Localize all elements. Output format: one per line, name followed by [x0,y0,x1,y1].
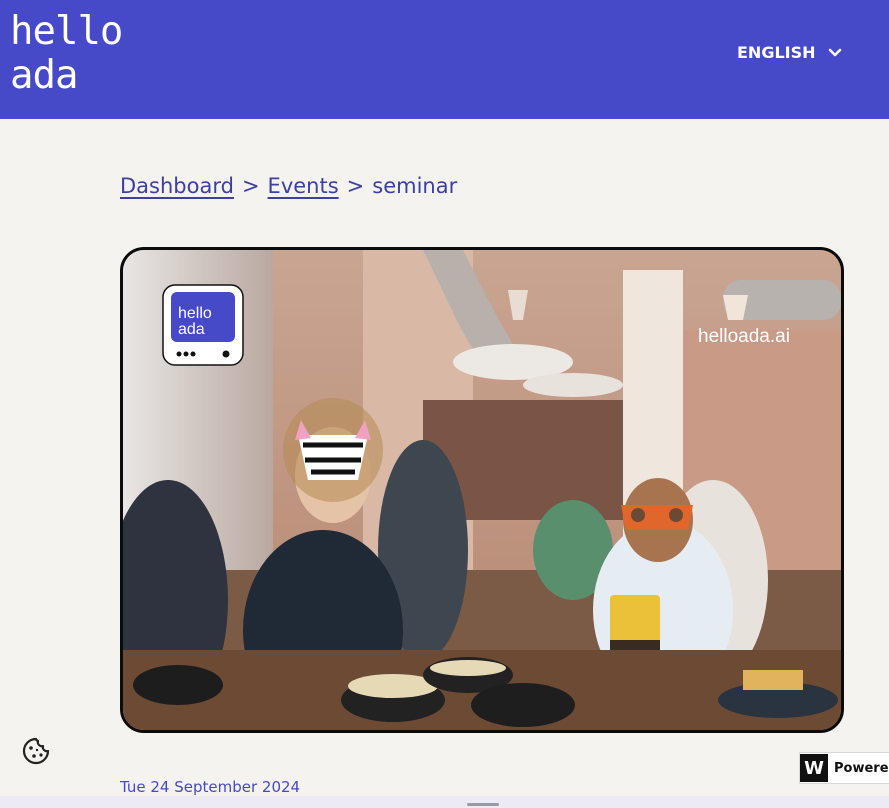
cookie-settings-button[interactable] [22,737,50,765]
chevron-down-icon [828,48,841,56]
scroll-handle[interactable] [467,803,499,806]
powered-by-widget[interactable]: W Powered [799,752,889,784]
breadcrumb: Dashboard > Events > seminar [120,174,457,198]
breadcrumb-current: seminar [372,174,458,198]
breadcrumb-link-dashboard[interactable]: Dashboard [120,174,234,198]
event-photo-scene: hello ada helloada.ai [123,250,841,730]
widget-logo-icon: W [800,754,828,782]
logo-line-2: ada [10,53,78,98]
event-date: Tue 24 September 2024 [120,778,301,796]
cookie-icon [22,737,50,765]
powered-label: Powered [834,760,889,776]
breadcrumb-separator: > [346,174,365,198]
image-logo-line-1: hello [178,305,212,322]
image-logo-line-2: ada [178,321,205,338]
language-selector[interactable]: ENGLISH [737,43,842,62]
breadcrumb-link-events[interactable]: Events [268,174,339,198]
bottom-bar [0,796,889,808]
event-photo: hello ada helloada.ai [120,247,844,733]
language-label: ENGLISH [737,43,816,62]
site-logo[interactable]: hello ada [10,9,123,98]
site-header: hello ada ENGLISH [0,0,889,119]
logo-line-1: hello [10,9,123,54]
image-watermark: helloada.ai [698,326,790,347]
breadcrumb-separator: > [241,174,260,198]
